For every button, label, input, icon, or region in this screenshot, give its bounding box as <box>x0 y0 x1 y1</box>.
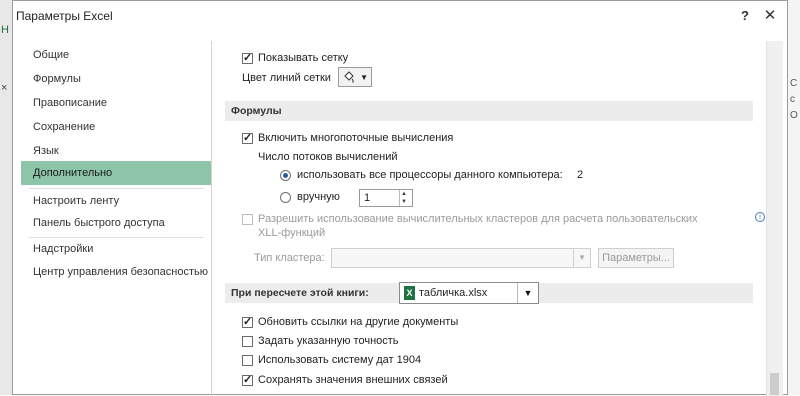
manual-threads-label: вручную <box>297 191 340 203</box>
close-button[interactable]: ✕ <box>763 8 777 23</box>
scrollbar-thumb[interactable] <box>770 373 779 395</box>
save-external-links-checkbox[interactable] <box>242 373 253 386</box>
sidebar-item-save[interactable]: Сохранение <box>21 115 211 139</box>
sidebar-item-language[interactable]: Язык <box>21 139 211 163</box>
chevron-down-icon: ▼ <box>573 249 590 267</box>
grid-color-label: Цвет линий сетки <box>242 72 331 84</box>
show-grid-checkbox[interactable] <box>242 51 253 64</box>
save-external-links-label: Сохранять значения внешних связей <box>258 374 448 386</box>
chevron-down-icon: ▼ <box>517 283 538 303</box>
background-excel-left: Н × <box>0 0 12 395</box>
cluster-parameters-button[interactable]: Параметры... <box>598 248 674 268</box>
dialog-title: Параметры Excel <box>16 9 113 23</box>
grid-color-picker[interactable]: ▼ <box>338 67 372 87</box>
sidebar-item-addins[interactable]: Надстройки <box>21 237 211 261</box>
background-text-fragment: С <box>790 78 798 89</box>
workbook-name: табличка.xlsx <box>419 287 488 299</box>
spinner-up-icon[interactable]: ▲ <box>401 190 407 198</box>
sidebar-item-proofing[interactable]: Правописание <box>21 91 211 115</box>
cluster-type-select[interactable]: ▼ <box>331 248 591 268</box>
options-sidebar: Общие Формулы Правописание Сохранение Яз… <box>21 41 212 396</box>
multithread-checkbox[interactable] <box>242 131 253 144</box>
clusters-label: Разрешить использование вычислительных к… <box>258 213 698 225</box>
info-icon[interactable]: i <box>755 212 765 222</box>
help-button[interactable]: ? <box>738 9 752 23</box>
formulas-section-header: Формулы <box>225 101 753 121</box>
use-all-processors-radio[interactable] <box>280 170 291 181</box>
clusters-label-continued: XLL-функций <box>258 227 326 239</box>
date1904-checkbox[interactable] <box>242 355 253 366</box>
background-text-fragment: с <box>790 94 795 105</box>
use-all-processors-label: использовать все процессоры данного комп… <box>297 169 563 181</box>
manual-threads-spinner[interactable]: 1 ▲ ▼ <box>359 189 413 207</box>
section-title: При пересчете этой книги: <box>231 287 369 299</box>
cluster-type-label: Тип кластера: <box>254 252 325 264</box>
advanced-options-panel: Показывать сетку Цвет линий сетки ▼ Форм… <box>217 41 765 396</box>
spinner-down-icon[interactable]: ▼ <box>401 198 407 206</box>
paint-bucket-icon <box>344 71 354 83</box>
show-grid-label: Показывать сетку <box>258 52 349 64</box>
precision-label: Задать указанную точность <box>258 335 399 347</box>
manual-threads-radio[interactable] <box>280 192 291 203</box>
content-scrollbar[interactable] <box>766 41 783 396</box>
update-links-checkbox[interactable] <box>242 315 253 328</box>
workbook-select[interactable]: X табличка.xlsx ▼ <box>399 282 539 304</box>
excel-file-icon: X <box>404 286 415 300</box>
excel-options-dialog: Параметры Excel ? ✕ Общие Формулы Правоп… <box>12 0 788 396</box>
spinner-buttons: ▲ ▼ <box>399 190 412 206</box>
multithread-label: Включить многопоточные вычисления <box>258 132 454 144</box>
dialog-titlebar[interactable]: Параметры Excel ? ✕ <box>13 1 787 31</box>
sidebar-item-general[interactable]: Общие <box>21 43 211 67</box>
background-close-mark: × <box>1 82 8 94</box>
clusters-checkbox[interactable] <box>242 214 253 225</box>
spinner-value: 1 <box>364 192 371 204</box>
update-links-label: Обновить ссылки на другие документы <box>258 316 459 328</box>
background-excel-right: С с О <box>787 0 800 395</box>
precision-checkbox[interactable] <box>242 336 253 347</box>
section-title: Формулы <box>231 105 282 117</box>
background-text-fragment: О <box>790 110 798 121</box>
date1904-label: Использовать систему дат 1904 <box>258 354 422 366</box>
chevron-down-icon: ▼ <box>360 73 368 82</box>
background-tab-letter: Н <box>1 24 9 36</box>
processor-count-value: 2 <box>577 169 584 181</box>
sidebar-item-customize-ribbon[interactable]: Настроить ленту <box>21 189 211 213</box>
threads-count-label: Число потоков вычислений <box>258 151 398 163</box>
sidebar-item-formulas[interactable]: Формулы <box>21 67 211 91</box>
sidebar-item-advanced[interactable]: Дополнительно <box>21 161 211 185</box>
sidebar-item-trust-center[interactable]: Центр управления безопасностью <box>21 260 211 284</box>
sidebar-item-quick-access[interactable]: Панель быстрого доступа <box>21 211 211 235</box>
